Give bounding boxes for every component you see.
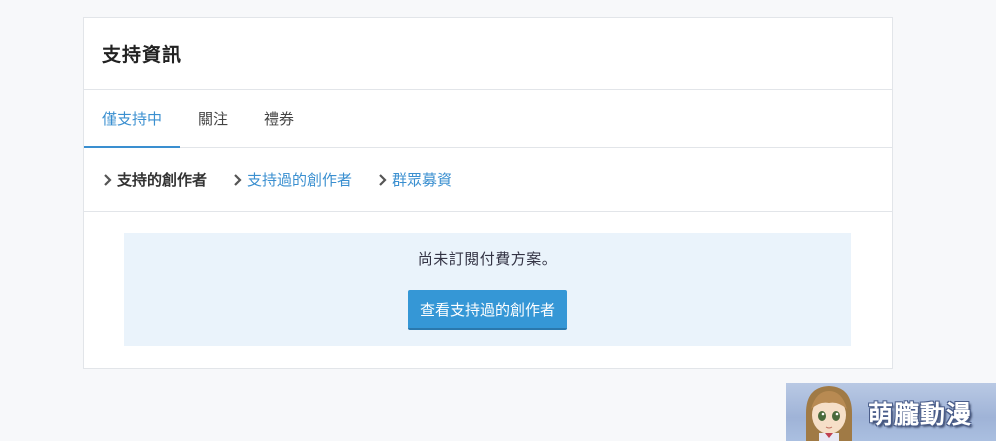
subnav-crowdfunding[interactable]: 群眾募資 (377, 169, 452, 190)
subnav-supported-creators[interactable]: 支持的創作者 (102, 169, 207, 190)
sub-navigation: 支持的創作者 支持過的創作者 群眾募資 (84, 148, 892, 212)
tab-following[interactable]: 關注 (180, 90, 246, 147)
empty-state-notice: 尚未訂閱付費方案。 查看支持過的創作者 (124, 233, 851, 346)
subnav-past-creators[interactable]: 支持過的創作者 (232, 169, 352, 190)
notice-message: 尚未訂閱付費方案。 (417, 250, 558, 268)
support-info-card: 支持資訊 僅支持中 關注 禮券 支持的創作者 支持過的創作者 群眾募資 尚未訂閱… (83, 17, 893, 369)
chevron-right-icon (379, 173, 387, 186)
subnav-label: 支持的創作者 (117, 171, 208, 189)
view-past-creators-button[interactable]: 查看支持過的創作者 (407, 290, 567, 330)
chevron-right-icon (234, 173, 242, 186)
tab-vouchers[interactable]: 禮券 (246, 90, 312, 147)
page-title: 支持資訊 (102, 44, 183, 66)
card-header: 支持資訊 (84, 18, 892, 90)
tab-bar: 僅支持中 關注 禮券 (84, 90, 892, 148)
watermark-text: 萌朧動漫 (868, 400, 973, 429)
subnav-label: 群眾募資 (392, 171, 453, 189)
tab-label: 關注 (198, 110, 229, 128)
tab-label: 禮券 (264, 110, 295, 128)
chevron-right-icon (104, 173, 112, 186)
mascot-icon (806, 386, 852, 441)
subnav-label: 支持過的創作者 (247, 171, 353, 189)
tab-label: 僅支持中 (102, 110, 163, 128)
watermark-logo: 萌朧動漫 (786, 383, 996, 441)
tab-supporting[interactable]: 僅支持中 (84, 90, 181, 148)
